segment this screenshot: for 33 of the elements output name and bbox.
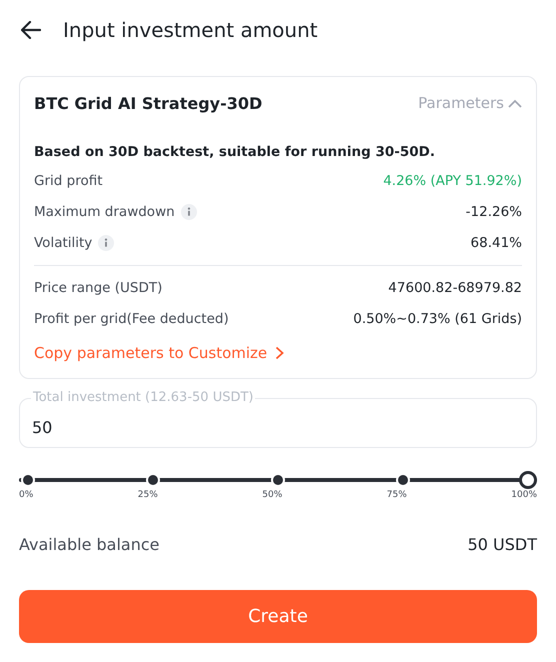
back-arrow-icon[interactable] [21, 21, 41, 39]
balance-value: 50 USDT [468, 534, 537, 554]
create-button[interactable]: Create [19, 590, 537, 643]
range-label: Profit per grid(Fee deducted) [34, 310, 229, 326]
stat-label: Maximum drawdown [34, 204, 175, 220]
customize-link[interactable]: Copy parameters to Customize [34, 342, 284, 364]
slider-step-dot[interactable] [398, 475, 408, 485]
slider-step-dot[interactable] [148, 475, 158, 485]
page-title: Input investment amount [63, 18, 318, 42]
slider-tick-label: 50% [262, 490, 282, 500]
stat-label: Grid profit [34, 172, 103, 188]
stat-value: 4.26% (APY 51.92%) [383, 172, 522, 188]
chevron-right-icon [275, 346, 284, 360]
slider-tick-label: 25% [138, 490, 158, 500]
stat-label: Volatility [34, 234, 92, 250]
range-value: 47600.82-68979.82 [388, 280, 522, 296]
range-value: 0.50%~0.73% (61 Grids) [353, 310, 522, 326]
stat-value: 68.41% [470, 234, 522, 250]
slider-step-dot[interactable] [273, 475, 283, 485]
slider-tick-label: 75% [386, 490, 407, 500]
investment-label: Total investment (12.63-50 USDT) [31, 390, 256, 406]
strategy-description: Based on 30D backtest, suitable for running 30-50D. [34, 143, 436, 162]
info-icon[interactable] [180, 204, 197, 220]
stat-value: -12.26% [466, 204, 522, 220]
parameters-toggle[interactable]: Parameters [418, 94, 522, 112]
range-label: Price range (USDT) [34, 280, 162, 296]
info-icon[interactable] [98, 234, 114, 250]
slider-tick-label: 0% [19, 490, 34, 500]
strategy-title: BTC Grid AI Strategy-30D [34, 94, 262, 112]
slider-step-dot[interactable] [23, 475, 33, 485]
balance-label: Available balance [19, 534, 160, 554]
slider-tick-label: 100% [511, 490, 537, 500]
slider-thumb[interactable] [519, 471, 537, 489]
